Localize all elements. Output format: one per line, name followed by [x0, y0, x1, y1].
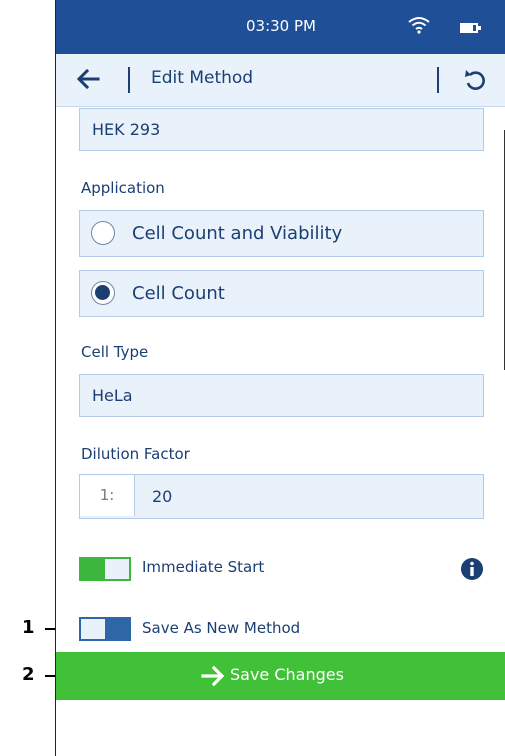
method-name-field[interactable]: HEK 293	[79, 108, 484, 151]
toggle-knob	[81, 619, 105, 639]
radio-circle-unselected	[91, 221, 115, 245]
cell-type-value: HeLa	[92, 386, 133, 405]
immediate-start-toggle[interactable]	[79, 557, 131, 581]
wifi-icon	[408, 17, 430, 34]
toggle-knob	[105, 559, 129, 579]
device-screen: 03:30 PM Edit Method HEK 293 Application	[55, 0, 505, 756]
dilution-value: 20	[152, 487, 173, 506]
title-divider-right	[437, 67, 439, 93]
radio-cell-count-viability[interactable]: Cell Count and Viability	[79, 210, 484, 257]
status-bar: 03:30 PM	[56, 0, 505, 54]
radio-circle-selected	[91, 281, 115, 305]
cell-type-label: Cell Type	[81, 343, 149, 361]
dilution-factor-label: Dilution Factor	[81, 445, 190, 463]
radio-label: Cell Count and Viability	[132, 223, 343, 244]
immediate-start-label: Immediate Start	[142, 558, 265, 576]
cell-type-field[interactable]: HeLa	[79, 374, 484, 417]
dilution-factor-field[interactable]: 1: 20	[79, 474, 484, 519]
save-as-new-label: Save As New Method	[142, 619, 301, 637]
save-as-new-toggle[interactable]	[79, 617, 131, 641]
back-arrow-icon[interactable]	[76, 68, 100, 90]
info-icon[interactable]	[460, 557, 484, 581]
save-changes-label: Save Changes	[230, 665, 344, 684]
radio-label: Cell Count	[132, 283, 225, 304]
reset-icon[interactable]	[463, 66, 487, 92]
callout-label-1: 1	[22, 617, 35, 638]
dilution-prefix-box: 1:	[80, 475, 135, 516]
page-title: Edit Method	[151, 68, 254, 88]
status-time: 03:30 PM	[246, 17, 316, 35]
title-bar: Edit Method	[56, 54, 505, 107]
title-divider-left	[128, 67, 130, 93]
dilution-prefix: 1:	[99, 486, 115, 504]
callout-label-2: 2	[22, 664, 35, 685]
save-changes-button[interactable]: Save Changes	[56, 652, 505, 700]
application-label: Application	[81, 179, 165, 197]
battery-icon	[460, 23, 481, 33]
arrow-right-icon	[201, 665, 225, 687]
radio-cell-count[interactable]: Cell Count	[79, 270, 484, 317]
method-name-value: HEK 293	[92, 120, 161, 139]
